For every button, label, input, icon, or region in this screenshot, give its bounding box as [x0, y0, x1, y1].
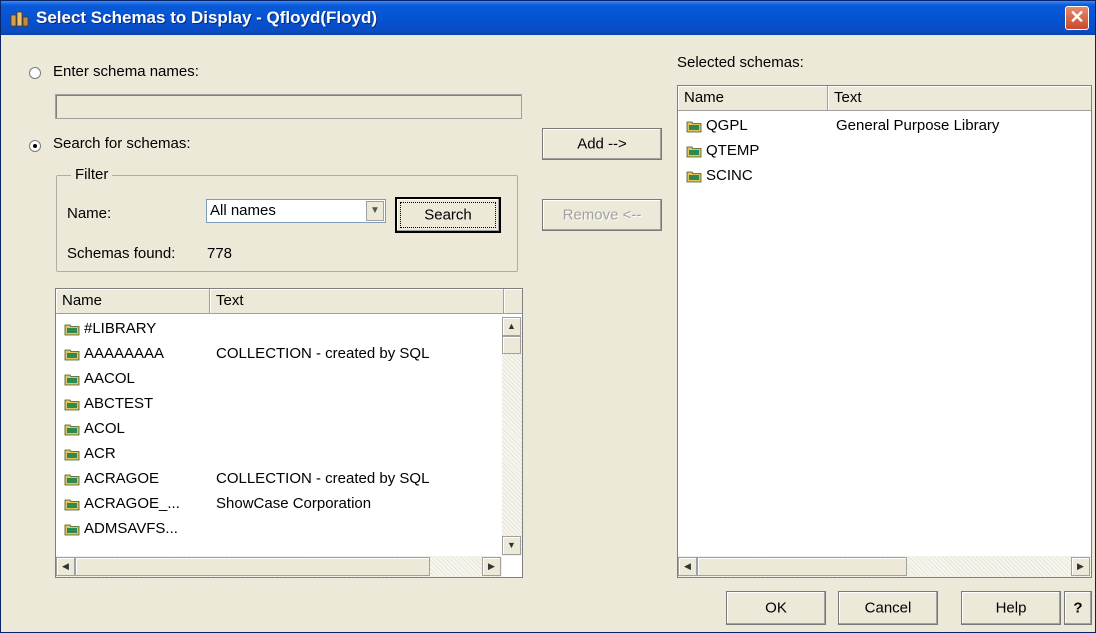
title-bar[interactable]: Select Schemas to Display - Qfloyd(Floyd…: [1, 1, 1095, 35]
help-button[interactable]: Help: [961, 591, 1061, 625]
column-header-name[interactable]: Name: [56, 289, 210, 314]
folder-icon: [64, 399, 80, 411]
filter-name-combo[interactable]: All names ▼: [206, 199, 386, 223]
folder-icon: [64, 324, 80, 336]
folder-icon: [64, 424, 80, 436]
list-item[interactable]: ACR: [56, 442, 502, 467]
folder-icon: [64, 474, 80, 486]
scroll-down-icon[interactable]: ▼: [502, 536, 521, 555]
column-header-name[interactable]: Name: [678, 86, 828, 111]
folder-icon: [64, 349, 80, 361]
schema-names-input[interactable]: [55, 94, 522, 119]
close-button[interactable]: ✕: [1065, 6, 1089, 30]
remove-button[interactable]: Remove <--: [542, 199, 662, 231]
list-item[interactable]: SCINC: [678, 164, 1091, 189]
window-title: Select Schemas to Display - Qfloyd(Floyd…: [36, 8, 378, 27]
horizontal-scrollbar[interactable]: ◀ ▶: [56, 556, 502, 577]
scroll-right-icon[interactable]: ▶: [482, 557, 501, 576]
search-for-schemas-label: Search for schemas:: [53, 135, 191, 152]
schemas-found-count: 778: [207, 245, 233, 262]
schemas-app-icon: [10, 11, 29, 27]
scroll-left-icon[interactable]: ◀: [56, 557, 75, 576]
scroll-thumb[interactable]: [502, 336, 521, 354]
selected-schemas-label: Selected schemas:: [677, 54, 804, 71]
list-item[interactable]: QGPL General Purpose Library: [678, 114, 1091, 139]
list-item[interactable]: ACRAGOE COLLECTION - created by SQL: [56, 467, 502, 492]
folder-icon: [686, 121, 702, 133]
search-for-schemas-radio[interactable]: [29, 140, 41, 152]
schemas-found-label: Schemas found:: [67, 245, 176, 262]
list-item[interactable]: QTEMP: [678, 139, 1091, 164]
horizontal-scrollbar[interactable]: ◀ ▶: [678, 556, 1091, 577]
filter-name-label: Name:: [67, 205, 112, 222]
available-schemas-list[interactable]: Name Text #LIBRARY AAAAAAAA COLLECTION - …: [55, 288, 523, 578]
chevron-down-icon[interactable]: ▼: [366, 201, 384, 221]
list-item[interactable]: ACRAGOE_... ShowCase Corporation: [56, 492, 502, 517]
list-item[interactable]: #LIBRARY: [56, 317, 502, 342]
enter-schema-names-label: Enter schema names:: [53, 63, 199, 80]
add-button[interactable]: Add -->: [542, 128, 662, 160]
scroll-thumb-horizontal[interactable]: [75, 557, 430, 576]
folder-icon: [64, 499, 80, 511]
list-item[interactable]: ABCTEST: [56, 392, 502, 417]
scroll-thumb-horizontal[interactable]: [697, 557, 907, 576]
folder-icon: [686, 171, 702, 183]
filter-legend: Filter: [71, 166, 113, 183]
scroll-left-icon[interactable]: ◀: [678, 557, 697, 576]
list-item[interactable]: AAAAAAAA COLLECTION - created by SQL: [56, 342, 502, 367]
folder-icon: [64, 449, 80, 461]
close-icon: ✕: [1069, 7, 1085, 27]
list-item[interactable]: ADMSAVFS...: [56, 517, 502, 542]
search-button[interactable]: Search: [395, 197, 501, 233]
ok-button[interactable]: OK: [726, 591, 826, 625]
list-item[interactable]: AACOL: [56, 367, 502, 392]
filter-name-value: All names: [210, 202, 276, 219]
dialog-window: Select Schemas to Display - Qfloyd(Floyd…: [0, 0, 1096, 633]
whats-this-button[interactable]: ?: [1064, 591, 1092, 625]
folder-icon: [64, 374, 80, 386]
scroll-right-icon[interactable]: ▶: [1071, 557, 1090, 576]
folder-icon: [64, 524, 80, 536]
cancel-button[interactable]: Cancel: [838, 591, 938, 625]
column-header-text[interactable]: Text: [210, 289, 504, 314]
folder-icon: [686, 146, 702, 158]
enter-schema-names-radio[interactable]: [29, 67, 41, 79]
selected-schemas-list[interactable]: Name Text QGPL General Purpose Library QT…: [677, 85, 1092, 578]
scroll-up-icon[interactable]: ▲: [502, 317, 521, 336]
list-item[interactable]: ACOL: [56, 417, 502, 442]
vertical-scrollbar[interactable]: ▲ ▼: [502, 317, 522, 556]
column-header-text[interactable]: Text: [828, 86, 1091, 111]
